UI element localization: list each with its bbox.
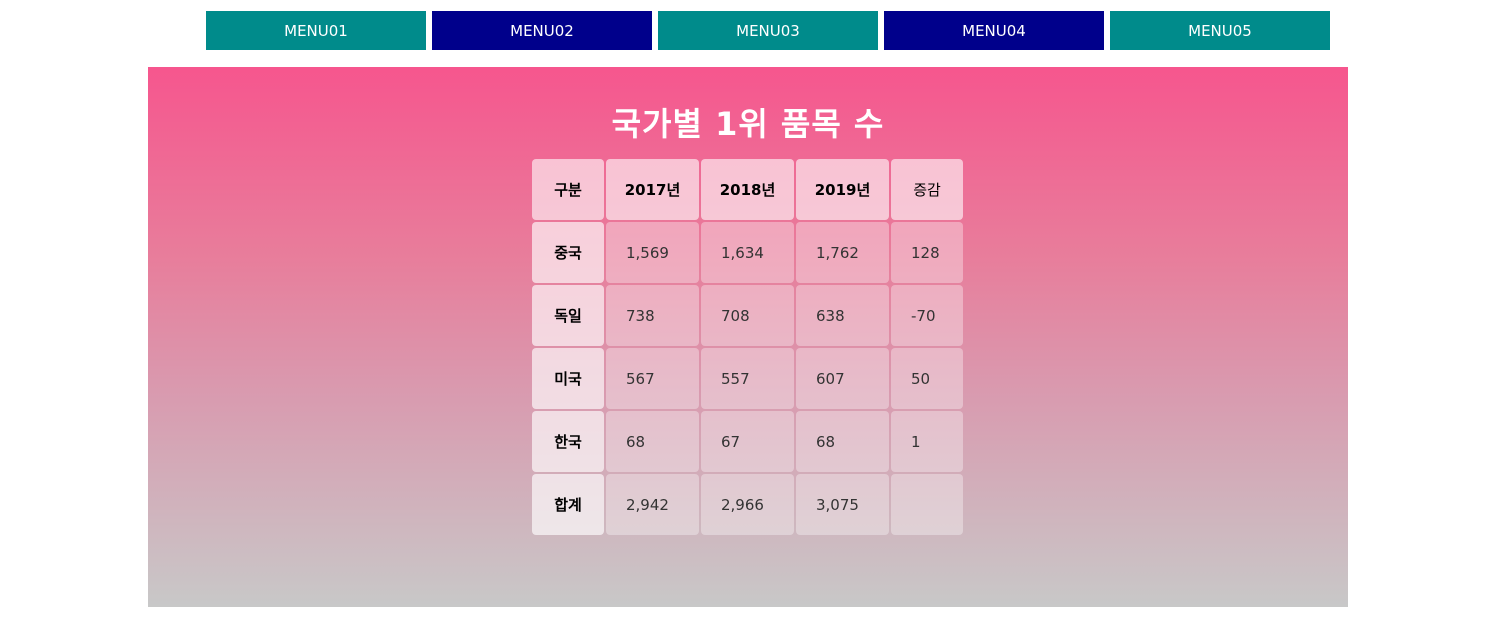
- cell-change: 128: [891, 222, 963, 283]
- main-nav: MENU01 MENU02 MENU03 MENU04 MENU05: [206, 11, 1330, 50]
- header-change: 증감: [891, 159, 963, 220]
- nav-menu05[interactable]: MENU05: [1110, 11, 1330, 50]
- cell-2019: 638: [796, 285, 889, 346]
- nav-menu04[interactable]: MENU04: [884, 11, 1104, 50]
- header-2019: 2019년: [796, 159, 889, 220]
- cell-2019: 1,762: [796, 222, 889, 283]
- nav-menu01[interactable]: MENU01: [206, 11, 426, 50]
- cell-2019: 68: [796, 411, 889, 472]
- table-row: 독일 738 708 638 -70: [532, 285, 963, 346]
- row-label: 한국: [532, 411, 604, 472]
- total-2018: 2,966: [701, 474, 794, 535]
- total-2017: 2,942: [606, 474, 699, 535]
- total-label: 합계: [532, 474, 604, 535]
- header-2018: 2018년: [701, 159, 794, 220]
- total-2019: 3,075: [796, 474, 889, 535]
- cell-change: -70: [891, 285, 963, 346]
- cell-2018: 67: [701, 411, 794, 472]
- data-table: 구분 2017년 2018년 2019년 증감 중국 1,569 1,634 1…: [530, 157, 965, 537]
- nav-menu02[interactable]: MENU02: [432, 11, 652, 50]
- table-total-row: 합계 2,942 2,966 3,075: [532, 474, 963, 535]
- table-header-row: 구분 2017년 2018년 2019년 증감: [532, 159, 963, 220]
- cell-2017: 567: [606, 348, 699, 409]
- total-change: [891, 474, 963, 535]
- cell-2017: 68: [606, 411, 699, 472]
- row-label: 미국: [532, 348, 604, 409]
- cell-2017: 738: [606, 285, 699, 346]
- cell-2019: 607: [796, 348, 889, 409]
- cell-2018: 557: [701, 348, 794, 409]
- header-gubun: 구분: [532, 159, 604, 220]
- cell-2017: 1,569: [606, 222, 699, 283]
- content-panel: 국가별 1위 품목 수 구분 2017년 2018년 2019년 증감 중국 1…: [148, 67, 1348, 607]
- page-title: 국가별 1위 품목 수: [611, 105, 885, 143]
- header-2017: 2017년: [606, 159, 699, 220]
- nav-menu03[interactable]: MENU03: [658, 11, 878, 50]
- table-row: 중국 1,569 1,634 1,762 128: [532, 222, 963, 283]
- table-row: 한국 68 67 68 1: [532, 411, 963, 472]
- cell-change: 50: [891, 348, 963, 409]
- cell-change: 1: [891, 411, 963, 472]
- table-row: 미국 567 557 607 50: [532, 348, 963, 409]
- row-label: 중국: [532, 222, 604, 283]
- cell-2018: 708: [701, 285, 794, 346]
- row-label: 독일: [532, 285, 604, 346]
- cell-2018: 1,634: [701, 222, 794, 283]
